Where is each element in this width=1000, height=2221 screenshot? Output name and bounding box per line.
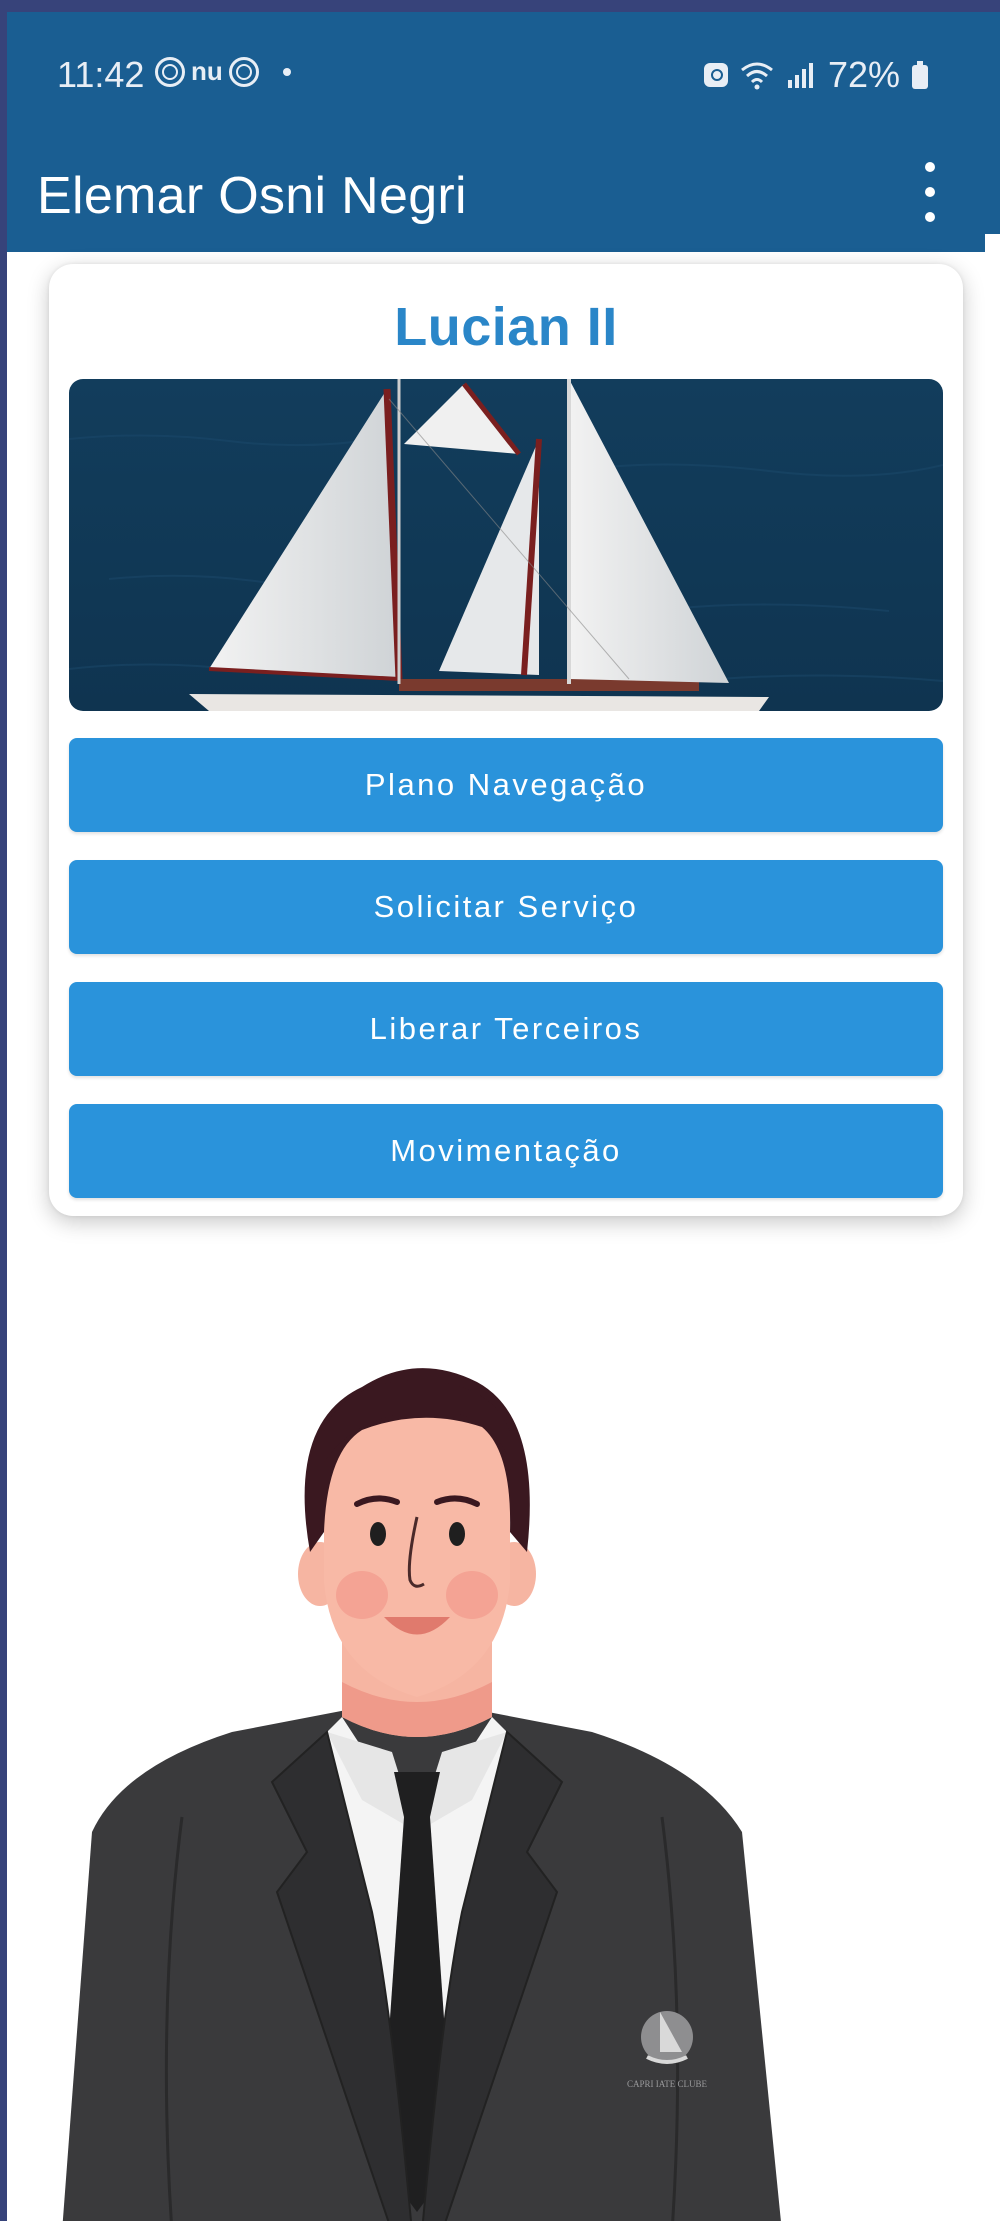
notification-circle-icon: [228, 56, 259, 87]
alarm-icon: [703, 63, 728, 87]
nubank-icon: nu: [191, 56, 223, 86]
status-time: 11:42: [57, 54, 145, 95]
club-emblem-text: CAPRI IATE CLUBE: [627, 2079, 708, 2089]
solicitar-servico-button[interactable]: Solicitar Serviço: [69, 860, 943, 954]
menu-dot: [925, 187, 935, 197]
menu-dot: [925, 212, 935, 222]
signal-icon: [787, 63, 813, 88]
wifi-icon: [741, 62, 773, 90]
more-notifications-dot-icon: [282, 67, 291, 76]
battery-icon: [912, 61, 928, 89]
status-notification-icons: nu: [155, 56, 291, 87]
liberar-terceiros-button[interactable]: Liberar Terceiros: [69, 982, 943, 1076]
app-title: Elemar Osni Negri: [37, 167, 467, 225]
menu-dot: [925, 162, 935, 172]
notification-circle-icon: [155, 56, 185, 87]
phone-screen: 11:42 nu 72% Elemar Osni Negri Lucian II…: [7, 12, 1000, 2221]
boat-card: Lucian II Plano Navegação Solicitar Serv…: [49, 264, 963, 1216]
movimentacao-button[interactable]: Movimentação: [69, 1104, 943, 1198]
plano-navegacao-button[interactable]: Plano Navegação: [69, 738, 943, 832]
app-bar: 11:42 nu 72% Elemar Osni Negri: [7, 12, 1000, 252]
more-vert-icon[interactable]: [920, 162, 940, 222]
sailboat-photo: [69, 379, 943, 711]
battery-percentage: 72%: [827, 54, 900, 95]
businessman-avatar-illustration: CAPRI IATE CLUBE: [62, 1368, 781, 2221]
boat-name: Lucian II: [394, 297, 618, 357]
app-bar-notch: [985, 234, 1000, 252]
status-system-icons: 72%: [703, 54, 928, 96]
